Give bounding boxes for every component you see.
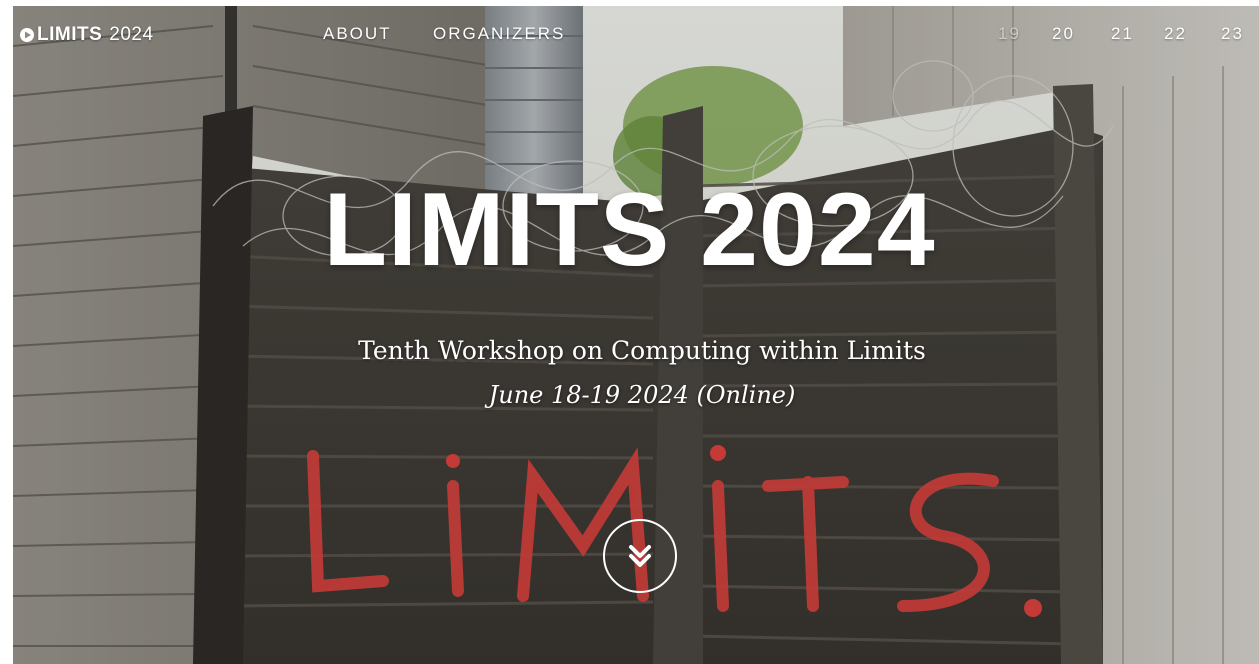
hero-dates: June 18-19 2024 (Online) [488,381,796,409]
nav-link-22[interactable]: 22 [1164,24,1187,44]
nav-link-23[interactable]: 23 [1221,24,1244,44]
hero-subtitle: Tenth Workshop on Computing within Limit… [358,336,926,365]
double-chevron-down-icon [629,545,651,567]
brand-logo-link[interactable]: LIMITS 2024 [20,23,154,47]
nav-link-organizers[interactable]: ORGANIZERS [433,24,565,44]
nav-link-about[interactable]: ABOUT [323,24,392,44]
nav-link-20[interactable]: 20 [1052,24,1075,44]
scroll-down-button[interactable] [603,519,677,593]
brand-name: LIMITS [37,24,103,45]
page-title: LIMITS 2024 [323,172,936,288]
nav-link-21[interactable]: 21 [1111,24,1134,44]
nav-link-19[interactable]: 19 [998,24,1021,44]
brand-year: 2024 [109,24,154,45]
play-circle-logo-icon [20,28,34,42]
